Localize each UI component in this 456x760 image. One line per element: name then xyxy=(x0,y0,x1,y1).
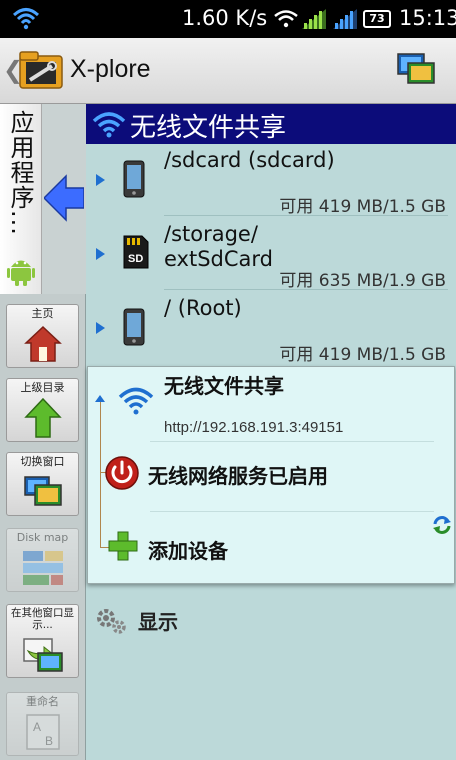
power-icon[interactable] xyxy=(104,455,140,495)
panel-header[interactable]: 无线文件共享 xyxy=(86,104,456,144)
home-button[interactable]: 主页 xyxy=(6,304,79,368)
up-arrow-icon xyxy=(23,397,62,443)
show-other-window-icon xyxy=(22,637,64,677)
switch-pane-icon[interactable] xyxy=(396,52,436,90)
collapse-arrow-icon[interactable] xyxy=(95,395,105,402)
status-bar: 1.60 K/s 73 15:13 xyxy=(0,0,456,38)
wifi-status-icon xyxy=(12,6,40,34)
divider xyxy=(150,441,434,442)
svg-text:SD: SD xyxy=(128,253,143,265)
phone-icon xyxy=(122,160,146,202)
switch-window-label: 切换窗口 xyxy=(20,455,65,468)
phone-icon xyxy=(122,308,146,350)
service-status[interactable]: 无线网络服务已启用 xyxy=(148,460,328,489)
apps-tab[interactable]: 应用程序... xyxy=(0,104,42,294)
drive-free-space: 可用 419 MB/1.5 GB xyxy=(279,197,446,217)
display-label: 显示 xyxy=(138,610,178,634)
drive-free-space: 可用 635 MB/1.9 GB xyxy=(279,271,446,291)
rename-label: 重命名 xyxy=(26,695,59,708)
parent-dir-button[interactable]: 上级目录 xyxy=(6,378,79,442)
panel-header-title: 无线文件共享 xyxy=(130,113,287,143)
apps-tab-label: 应用程序... xyxy=(6,110,34,236)
show-in-other-window-button[interactable]: 在其他窗口显示... xyxy=(6,604,79,678)
add-icon[interactable] xyxy=(108,531,138,565)
wifi-share-popup: 无线文件共享 http://192.168.191.3:49151 无线网络服务… xyxy=(87,366,455,584)
toolbar: 主页 上级目录 切换窗口 Disk map 在其他窗口显示... 重命名 A B xyxy=(0,294,86,760)
parent-dir-label: 上级目录 xyxy=(20,381,65,394)
drive-name: /storage/ extSdCard xyxy=(164,222,273,271)
battery-icon: 73 xyxy=(363,10,391,28)
expand-arrow-icon[interactable] xyxy=(96,248,105,260)
app-title: X-plore xyxy=(70,55,151,83)
expand-arrow-icon[interactable] xyxy=(96,322,105,334)
home-icon xyxy=(23,325,62,367)
network-speed: 1.60 K/s xyxy=(182,6,268,30)
home-button-label: 主页 xyxy=(31,307,54,320)
wifi-icon xyxy=(118,385,154,419)
android-icon xyxy=(7,254,35,290)
disk-map-button[interactable]: Disk map xyxy=(6,528,79,592)
wifi-icon xyxy=(274,9,298,33)
left-pane-tab: 应用程序... xyxy=(0,104,86,294)
divider xyxy=(150,511,434,512)
tree-line xyxy=(100,399,101,547)
display-settings-row[interactable]: 显示 xyxy=(94,602,394,638)
sd-card-icon: SD xyxy=(122,234,150,274)
rename-button[interactable]: 重命名 A B xyxy=(6,692,79,756)
svg-text:A: A xyxy=(33,720,41,734)
drive-name: / (Root) xyxy=(164,296,242,320)
popup-title: 无线文件共享 xyxy=(164,374,284,398)
signal-strength-icon xyxy=(302,9,326,33)
disk-map-label: Disk map xyxy=(16,531,69,544)
divider xyxy=(164,215,448,216)
app-logo-icon[interactable] xyxy=(18,46,64,96)
drive-free-space: 可用 419 MB/1.5 GB xyxy=(279,345,446,365)
show-in-other-window-label: 在其他窗口显示... xyxy=(11,607,74,631)
divider xyxy=(164,289,448,290)
server-url[interactable]: http://192.168.191.3:49151 xyxy=(164,419,343,436)
drive-item-extsdcard[interactable]: SD /storage/ extSdCard 可用 635 MB/1.9 GB xyxy=(86,218,456,292)
add-device-button[interactable]: 添加设备 xyxy=(148,535,228,564)
drive-name: /sdcard (sdcard) xyxy=(164,148,335,172)
switch-window-button[interactable]: 切换窗口 xyxy=(6,452,79,516)
title-bar: ❮ X-plore xyxy=(0,38,456,104)
switch-window-icon xyxy=(23,475,63,511)
drive-item-root[interactable]: / (Root) 可用 419 MB/1.5 GB xyxy=(86,292,456,366)
drive-item-sdcard[interactable]: /sdcard (sdcard) 可用 419 MB/1.5 GB xyxy=(86,144,456,218)
rename-icon: A B xyxy=(23,711,63,755)
signal-strength-icon xyxy=(333,9,357,33)
expand-arrow-icon[interactable] xyxy=(96,174,105,186)
gear-icon xyxy=(94,606,128,640)
wifi-share-icon xyxy=(92,110,126,142)
disk-map-icon xyxy=(21,549,65,591)
refresh-icon[interactable] xyxy=(431,514,453,540)
clock: 15:13 xyxy=(399,6,456,30)
collapse-left-arrow-icon[interactable] xyxy=(42,174,85,226)
svg-text:B: B xyxy=(45,734,53,748)
